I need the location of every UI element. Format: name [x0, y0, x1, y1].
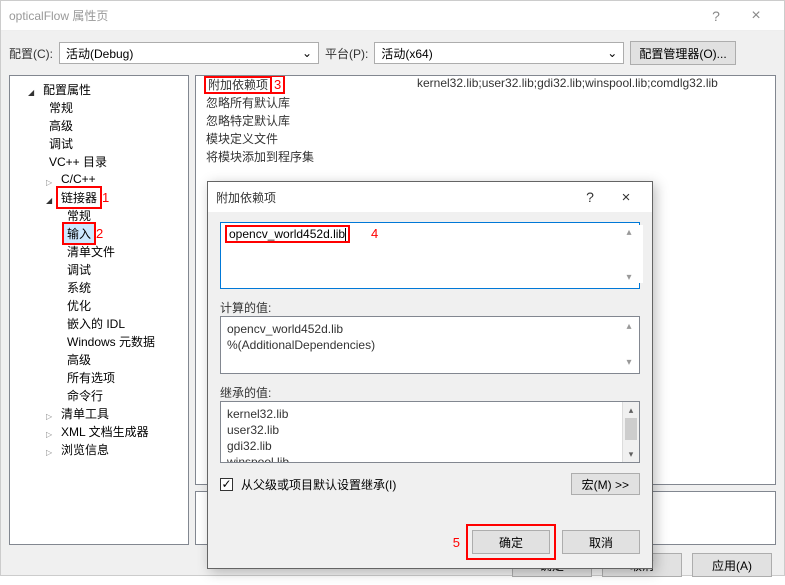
inherited-line: kernel32.lib — [227, 406, 633, 422]
tree-linker-child[interactable]: 系统 — [10, 278, 188, 296]
tree-item[interactable]: 调试 — [10, 134, 188, 152]
prop-row-additional-deps[interactable]: 附加依赖项3 kernel32.lib;user32.lib;gdi32.lib… — [196, 76, 775, 94]
tree-item[interactable]: 清单工具 — [10, 404, 188, 422]
dialog-help-button[interactable]: ? — [572, 189, 608, 205]
tree-linker-input[interactable]: 输入2 — [10, 224, 188, 242]
chevron-down-icon: ⌄ — [296, 46, 312, 60]
tree-linker[interactable]: 链接器1 — [10, 188, 188, 206]
platform-combo[interactable]: 活动(x64) ⌄ — [374, 42, 624, 64]
scroll-down-icon[interactable]: ▾ — [621, 355, 637, 371]
inherited-label: 继承的值: — [220, 384, 640, 401]
deps-textarea[interactable] — [223, 225, 643, 283]
prop-row[interactable]: 忽略所有默认库 — [196, 94, 775, 112]
inherited-values-box: kernel32.lib user32.lib gdi32.lib winspo… — [220, 401, 640, 463]
computed-label: 计算的值: — [220, 299, 640, 316]
config-value: 活动(Debug) — [66, 45, 133, 62]
computed-line: opencv_world452d.lib — [227, 321, 633, 337]
tree-linker-child[interactable]: 常规 — [10, 206, 188, 224]
window-title: opticalFlow 属性页 — [9, 7, 696, 24]
computed-values-box: opencv_world452d.lib %(AdditionalDepende… — [220, 316, 640, 374]
annotation-5: 5 — [453, 535, 460, 550]
chevron-down-icon: ⌄ — [601, 46, 617, 60]
dialog-titlebar: 附加依赖项 ? × — [208, 182, 652, 212]
tree-linker-child[interactable]: 所有选项 — [10, 368, 188, 386]
help-button[interactable]: ? — [696, 8, 736, 24]
scrollbar-thumb[interactable] — [625, 418, 637, 440]
titlebar: opticalFlow 属性页 ? × — [1, 1, 784, 31]
macro-button[interactable]: 宏(M) >> — [571, 473, 640, 495]
close-button[interactable]: × — [736, 7, 776, 25]
tree-item[interactable]: 常规 — [10, 98, 188, 116]
tree-item[interactable]: VC++ 目录 — [10, 152, 188, 170]
tree-root[interactable]: 配置属性 — [10, 80, 188, 98]
dialog-ok-button[interactable]: 确定 — [472, 530, 550, 554]
scroll-up-icon[interactable]: ▴ — [623, 402, 639, 418]
scrollbar[interactable]: ▴ ▾ — [622, 402, 639, 462]
tree-linker-child[interactable]: 嵌入的 IDL — [10, 314, 188, 332]
tree-cpp[interactable]: C/C++ — [10, 170, 188, 188]
apply-button[interactable]: 应用(A) — [692, 553, 772, 577]
tree-item[interactable]: 高级 — [10, 116, 188, 134]
deps-input-wrap: opencv_world452d.lib 4 ▴ ▾ — [220, 222, 640, 289]
config-tree: 配置属性 常规 高级 调试 VC++ 目录 C/C++ 链接器1 常规 输入2 … — [10, 76, 188, 462]
config-manager-button[interactable]: 配置管理器(O)... — [630, 41, 735, 65]
dialog-title: 附加依赖项 — [216, 189, 572, 206]
tree-item[interactable]: 浏览信息 — [10, 440, 188, 458]
property-pages-window: opticalFlow 属性页 ? × 配置(C): 活动(Debug) ⌄ 平… — [0, 0, 785, 576]
inherit-checkbox[interactable]: ✓ — [220, 478, 233, 491]
inherit-row: ✓ 从父级或项目默认设置继承(I) 宏(M) >> — [220, 473, 640, 495]
tree-linker-child[interactable]: Windows 元数据 — [10, 332, 188, 350]
platform-value: 活动(x64) — [381, 45, 432, 62]
inherit-checkbox-label: 从父级或项目默认设置继承(I) — [241, 476, 396, 493]
scroll-up-icon[interactable]: ▴ — [621, 319, 637, 335]
inherited-line: winspool.lib — [227, 454, 633, 463]
platform-label: 平台(P): — [325, 45, 368, 62]
tree-linker-child[interactable]: 清单文件 — [10, 242, 188, 260]
tree-item[interactable]: XML 文档生成器 — [10, 422, 188, 440]
scroll-down-icon[interactable]: ▾ — [621, 270, 637, 286]
tree-linker-child[interactable]: 调试 — [10, 260, 188, 278]
config-row: 配置(C): 活动(Debug) ⌄ 平台(P): 活动(x64) ⌄ 配置管理… — [1, 31, 784, 75]
tree-linker-child[interactable]: 命令行 — [10, 386, 188, 404]
inherited-line: user32.lib — [227, 422, 633, 438]
scroll-up-icon[interactable]: ▴ — [621, 225, 637, 241]
dialog-buttons: 5 确定 取消 — [208, 522, 652, 568]
config-label: 配置(C): — [9, 45, 53, 62]
tree-linker-child[interactable]: 高级 — [10, 350, 188, 368]
tree-panel: 配置属性 常规 高级 调试 VC++ 目录 C/C++ 链接器1 常规 输入2 … — [9, 75, 189, 545]
tree-linker-child[interactable]: 优化 — [10, 296, 188, 314]
config-combo[interactable]: 活动(Debug) ⌄ — [59, 42, 319, 64]
dialog-close-button[interactable]: × — [608, 189, 644, 206]
prop-row[interactable]: 将模块添加到程序集 — [196, 148, 775, 166]
dialog-body: opencv_world452d.lib 4 ▴ ▾ 计算的值: opencv_… — [208, 212, 652, 522]
additional-deps-dialog: 附加依赖项 ? × opencv_world452d.lib 4 ▴ ▾ 计算的… — [207, 181, 653, 569]
inherited-line: gdi32.lib — [227, 438, 633, 454]
scroll-down-icon[interactable]: ▾ — [623, 446, 639, 462]
prop-row[interactable]: 模块定义文件 — [196, 130, 775, 148]
dialog-cancel-button[interactable]: 取消 — [562, 530, 640, 554]
computed-line: %(AdditionalDependencies) — [227, 337, 633, 353]
prop-row[interactable]: 忽略特定默认库 — [196, 112, 775, 130]
